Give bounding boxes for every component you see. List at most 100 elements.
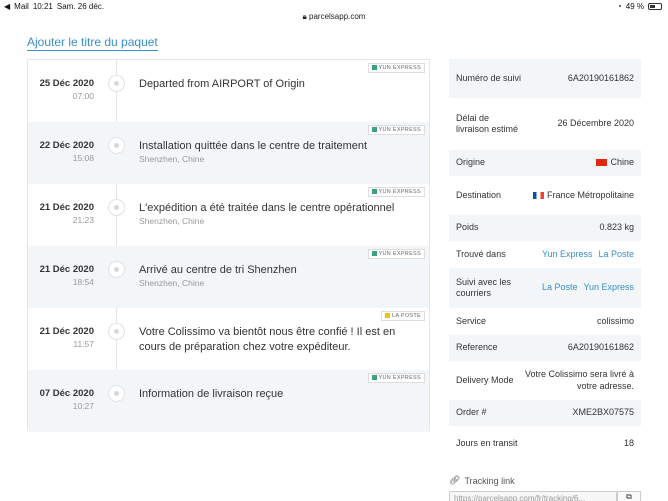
timeline-dot-icon [108,137,125,154]
event-description: Installation quittée dans le centre de t… [139,140,368,152]
event-location: Shenzhen, Chine [139,154,205,164]
event-date: 22 Déc 2020 [39,140,94,151]
yun-express-logo-icon [371,127,377,133]
tracking-link-field[interactable]: https://parcelsapp.com/fr/tracking/6... [449,491,617,501]
detail-key: Reference [456,342,498,353]
event-description: Arrivé au centre de tri Shenzhen [139,264,297,276]
event-date: 25 Déc 2020 [39,78,94,89]
timeline-event: 22 Déc 2020 15:08 Installation quittée d… [28,122,429,184]
order-value: XME2BX07575 [572,407,634,418]
detail-row-destination: Destination France Métropolitaine [449,176,641,215]
china-flag-icon [596,159,608,167]
detail-row-delivery-mode: Delivery Mode Votre Colissimo sera livré… [449,361,641,400]
event-description: L'expédition a été traitée dans le centr… [139,202,395,214]
courier-yun-express-link[interactable]: Yun Express [583,282,634,292]
event-time: 10:27 [72,401,94,411]
package-details-table: Numéro de suivi 6A20190161862 Délai de l… [449,59,641,462]
detail-key: Jours en transit [456,438,518,449]
courier-la-poste-link[interactable]: La Poste [542,282,578,292]
timeline-event: 21 Déc 2020 18:54 Arrivé au centre de tr… [28,246,429,308]
found-in-yun-express-link[interactable]: Yun Express [542,249,593,259]
event-time: 07:00 [72,91,94,101]
timeline-event: 25 Déc 2020 07:00 Departed from AIRPORT … [28,60,429,122]
delivery-mode-value: Votre Colissimo sera livré à votre adres… [524,369,634,391]
event-time: 21:23 [72,215,94,225]
event-date: 21 Déc 2020 [39,326,94,337]
event-description: Information de livraison reçue [139,388,284,400]
origin-value: Chine [610,157,634,168]
battery-percent: 49 % [625,2,644,11]
carrier-badge: YUN EXPRESS [367,249,425,259]
destination-value: France Métropolitaine [546,189,634,200]
lock-icon: 🔒︎ [302,12,307,21]
event-description: Votre Colissimo va bientôt nous être con… [139,326,396,353]
detail-key: Délai de livraison estimé [456,112,519,135]
event-date: 21 Déc 2020 [39,264,94,275]
detail-key: Delivery Mode [456,374,514,385]
timeline-dot-icon [108,261,125,278]
timeline-dot-icon [108,75,125,92]
yun-express-logo-icon [371,65,377,71]
france-flag-icon [532,191,544,199]
found-in-la-poste-link[interactable]: La Poste [598,249,634,259]
copy-icon: ⧉ [626,492,632,501]
timeline-event: 21 Déc 2020 21:23 L'expédition a été tra… [28,184,429,246]
tracking-number-value[interactable]: 6A20190161862 [523,73,641,85]
carrier-badge: LA POSTE [381,311,425,321]
yun-express-logo-icon [371,189,377,195]
detail-key: Order # [456,407,487,418]
status-time: 10:21 [32,2,53,11]
carrier-badge: YUN EXPRESS [367,125,425,135]
detail-key: Trouvé dans [456,248,506,259]
address-bar-url[interactable]: parcelsapp.com [309,12,365,21]
detail-row-tracking-number: Numéro de suivi 6A20190161862 [449,59,641,98]
la-poste-logo-icon [385,313,390,319]
yun-express-logo-icon [371,251,377,257]
event-date: 21 Déc 2020 [39,202,94,213]
event-time: 18:54 [72,277,94,287]
detail-row-found-in: Trouvé dans Yun Express La Poste [449,241,641,268]
tracking-link-section: 🔗︎ Tracking link [449,475,515,486]
carrier-badge: YUN EXPRESS [367,187,425,197]
weight-value: 0.823 kg [599,222,634,233]
service-value: colissimo [596,315,634,326]
detail-row-estimated-delivery: Délai de livraison estimé 26 Décembre 20… [449,98,641,150]
detail-row-origin: Origine Chine [449,150,641,176]
event-date: 07 Déc 2020 [39,388,94,399]
copy-link-button[interactable]: ⧉ [617,491,641,501]
wifi-icon: ◔ [616,2,622,11]
detail-key: Numéro de suivi [456,72,522,83]
back-arrow-icon[interactable]: ◀ [4,2,10,11]
timeline-event: 21 Déc 2020 11:57 Votre Colissimo va bie… [28,308,429,370]
event-time: 11:57 [73,339,94,349]
status-date: Sam. 26 déc. [56,2,104,11]
tracking-timeline: 25 Déc 2020 07:00 Departed from AIRPORT … [27,59,430,432]
event-location: Shenzhen, Chine [139,278,205,288]
timeline-dot-icon [108,199,125,216]
days-in-transit-value: 18 [623,438,634,449]
carrier-badge: YUN EXPRESS [367,373,425,383]
battery-icon [648,3,662,10]
detail-key: Suivi avec les courriers [456,276,512,299]
detail-row-days-in-transit: Jours en transit 18 [449,426,641,462]
event-location: Shenzhen, Chine [139,216,205,226]
add-package-title-link[interactable]: Ajouter le titre du paquet [27,35,158,51]
yun-express-logo-icon [371,375,377,381]
event-description: Departed from AIRPORT of Origin [139,78,305,90]
detail-row-order: Order # XME2BX07575 [449,400,641,426]
tracking-link-label: Tracking link [464,475,515,486]
detail-row-reference: Reference 6A20190161862 [449,335,641,361]
timeline-dot-icon [108,385,125,402]
estimated-delivery-value: 26 Décembre 2020 [557,118,634,129]
detail-row-couriers: Suivi avec les courriers La Poste Yun Exp… [449,268,641,308]
detail-key: Service [456,315,487,326]
timeline-dot-icon [108,323,125,340]
reference-value: 6A20190161862 [567,342,634,353]
status-bar: ◀ Mail 10:21 Sam. 26 déc. 🔒︎ parcelsapp.… [0,0,668,21]
back-app-label[interactable]: Mail [14,2,29,11]
detail-row-weight: Poids 0.823 kg [449,215,641,241]
link-icon: 🔗︎ [449,475,461,485]
carrier-badge: YUN EXPRESS [367,63,425,73]
detail-row-service: Service colissimo [449,308,641,335]
detail-key: Poids [456,222,479,233]
